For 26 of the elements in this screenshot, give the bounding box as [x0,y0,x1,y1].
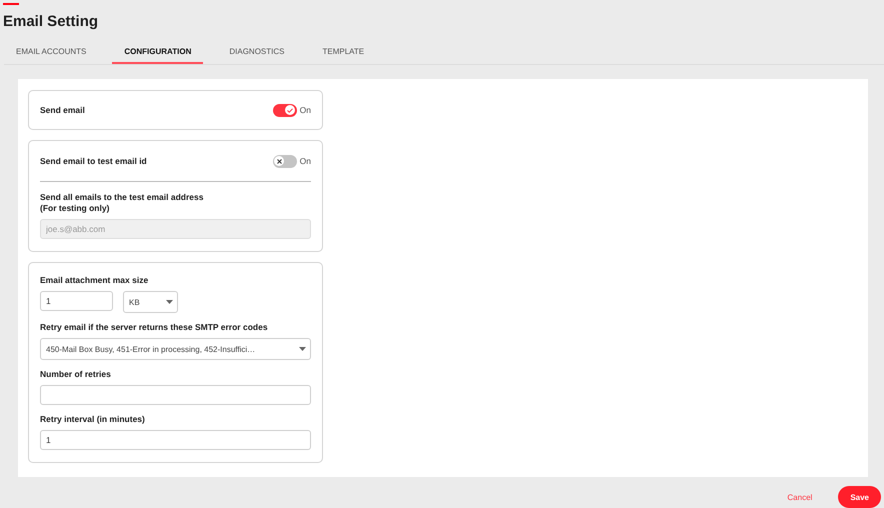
retries-input-field[interactable] [40,385,311,405]
page-title: Email Setting [3,13,100,31]
field-label: Retry interval (in minutes) [40,414,146,425]
toggle-label: On [300,156,311,166]
caret-icon [299,347,306,351]
toggle-switch[interactable] [272,104,297,116]
field-label: Retry email if the server returns these SMTP error codes [40,322,269,333]
tab[interactable]: DIAGNOSTICS [217,40,296,64]
check-icon [287,108,294,112]
size-input-field[interactable]: 1 [40,291,113,311]
error-codes-dropdown[interactable]: 450-Mail Box Busy, 451-Error in processing, 452-Insuffici… [40,338,311,360]
setting-label: Send email [40,105,85,115]
tab[interactable]: CONFIGURATION [112,40,204,64]
tab[interactable]: TEMPLATE [310,40,376,64]
field-label: Email attachment max size [40,275,150,286]
caret-icon [166,300,173,304]
field-label: Send all emails to the test email address (For testing only) [40,192,204,214]
setting-label: Send email to test email id [40,156,147,166]
field-label: Number of retries [40,369,112,380]
interval-input-field[interactable]: 1 [40,430,311,450]
accent-bar [3,3,19,5]
tab[interactable]: EMAIL ACCOUNTS [4,40,98,64]
toggle-label: On [300,105,311,115]
save-button[interactable]: Save [838,486,881,508]
cross-icon [276,158,282,164]
unit-dropdown[interactable]: KB [123,291,178,313]
